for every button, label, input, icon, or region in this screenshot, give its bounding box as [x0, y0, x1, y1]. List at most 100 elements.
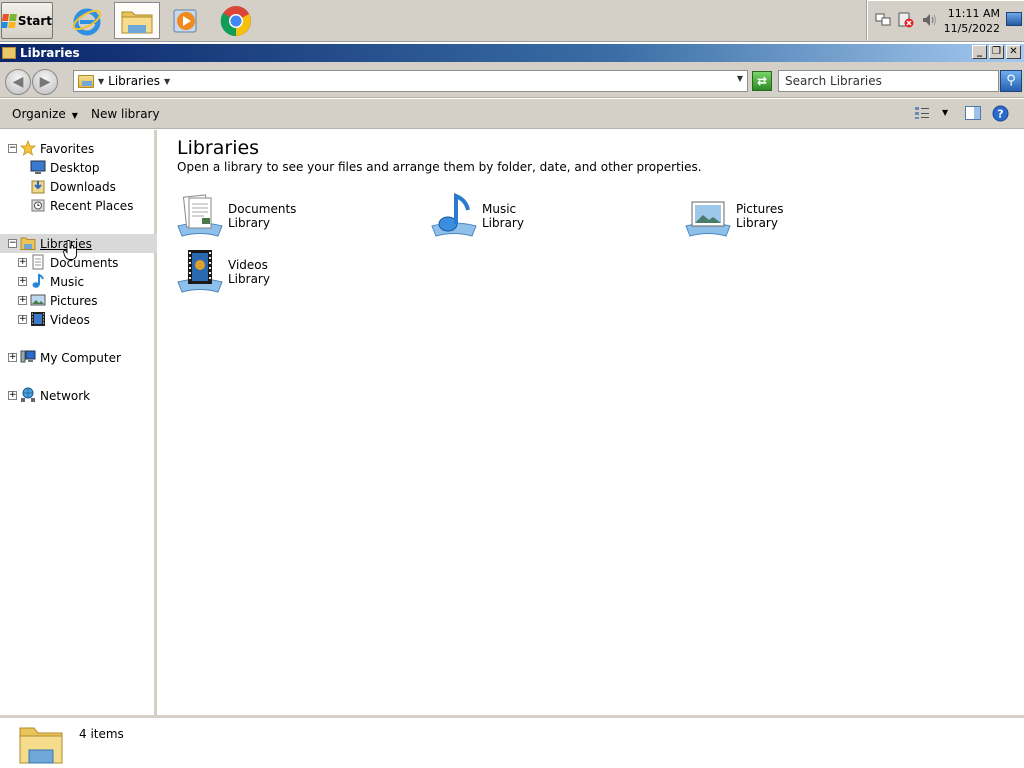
chevron-down-icon: ▼: [71, 111, 78, 120]
nav-item-videos[interactable]: + Videos: [0, 310, 157, 329]
library-type: Library: [482, 216, 524, 230]
expand-icon[interactable]: +: [18, 296, 27, 305]
computer-icon: [20, 350, 36, 363]
music-note-icon: [32, 273, 44, 288]
collapse-icon[interactable]: −: [8, 144, 17, 153]
music-library-icon: [431, 193, 477, 237]
library-type: Library: [228, 216, 270, 230]
change-view-icon[interactable]: [914, 106, 930, 120]
restore-button[interactable]: ❐: [989, 45, 1004, 59]
start-button[interactable]: Start: [1, 2, 53, 39]
page-title: Libraries: [177, 137, 260, 159]
libraries-folder-icon: [19, 727, 63, 764]
breadcrumb-arrow-icon[interactable]: ▼: [98, 77, 104, 86]
start-label: Start: [17, 13, 52, 28]
show-desktop-button[interactable]: [1006, 12, 1022, 26]
new-library-button[interactable]: New library: [91, 107, 160, 121]
search-button[interactable]: ⚲: [1000, 70, 1022, 92]
organize-label: Organize: [12, 107, 66, 121]
address-bar[interactable]: ▼ Libraries ▼ ▼: [73, 70, 748, 92]
view-options-chevron-icon[interactable]: ▼: [942, 108, 948, 117]
clock[interactable]: 11:11 AM 11/5/2022: [944, 6, 1000, 36]
desktop-icon: [30, 160, 46, 174]
forward-arrow-icon: ▶: [39, 74, 51, 90]
taskbar-media-player[interactable]: [163, 2, 209, 39]
help-icon[interactable]: ?: [992, 105, 1009, 122]
taskbar-windows-explorer[interactable]: [114, 2, 160, 39]
nav-item-network[interactable]: + Network: [0, 386, 157, 405]
media-player-icon: [173, 9, 197, 32]
recent-places-icon: [31, 199, 45, 212]
status-bar: 4 items: [0, 715, 1024, 768]
address-history-dropdown[interactable]: ▼: [737, 74, 743, 83]
refresh-button[interactable]: ⇄: [752, 71, 772, 91]
taskbar-chrome[interactable]: [213, 2, 259, 39]
window-title: Libraries: [20, 46, 80, 60]
action-center-error-icon[interactable]: [898, 12, 914, 28]
library-item-music[interactable]: Music Library: [430, 192, 660, 242]
library-item-documents[interactable]: Documents Library: [176, 192, 406, 242]
expand-icon[interactable]: +: [18, 315, 27, 324]
star-icon: [20, 140, 36, 156]
nav-item-favorites[interactable]: − Favorites: [0, 139, 157, 158]
videos-icon: [31, 312, 45, 326]
network-status-icon[interactable]: [875, 12, 891, 28]
search-icon: ⚲: [1006, 73, 1016, 88]
nav-item-libraries[interactable]: − Libraries: [0, 234, 157, 253]
nav-item-downloads[interactable]: Downloads: [0, 177, 157, 196]
collapse-icon[interactable]: −: [8, 239, 17, 248]
expand-icon[interactable]: +: [8, 391, 17, 400]
nav-item-desktop[interactable]: Desktop: [0, 158, 157, 177]
clock-time: 11:11 AM: [947, 7, 1000, 20]
breadcrumb-libraries[interactable]: Libraries: [108, 74, 160, 88]
library-label: Documents Library: [228, 202, 296, 230]
library-name: Videos: [228, 258, 268, 272]
volume-icon[interactable]: [921, 12, 937, 28]
command-bar: Organize ▼ New library ▼ ?: [0, 99, 1024, 129]
organize-button[interactable]: Organize ▼: [12, 107, 78, 121]
nav-item-pictures[interactable]: + Pictures: [0, 291, 157, 310]
documents-library-icon: [177, 194, 223, 237]
svg-text:?: ?: [997, 108, 1003, 121]
library-item-pictures[interactable]: Pictures Library: [684, 192, 914, 242]
close-button[interactable]: ✕: [1006, 45, 1021, 59]
window-titlebar[interactable]: Libraries _ ❐ ✕: [0, 44, 1024, 62]
nav-item-music[interactable]: + Music: [0, 272, 157, 291]
breadcrumb-dropdown-icon[interactable]: ▼: [164, 77, 170, 86]
minimize-button[interactable]: _: [972, 45, 987, 59]
downloads-icon: [31, 180, 45, 194]
libraries-window-icon: [2, 47, 16, 59]
system-tray: 11:11 AM 11/5/2022: [866, 0, 1024, 40]
nav-label-documents: Documents: [50, 255, 119, 270]
preview-pane-icon[interactable]: [965, 106, 981, 120]
page-description: Open a library to see your files and arr…: [177, 160, 702, 174]
back-button[interactable]: ◀: [5, 69, 31, 95]
taskbar-internet-explorer[interactable]: [64, 2, 110, 39]
forward-button[interactable]: ▶: [32, 69, 58, 95]
expand-icon[interactable]: +: [8, 353, 17, 362]
library-type: Library: [228, 272, 270, 286]
nav-label-favorites: Favorites: [40, 141, 95, 156]
refresh-icon: ⇄: [756, 74, 768, 88]
expand-icon[interactable]: +: [18, 277, 27, 286]
libraries-icon: [20, 237, 36, 250]
nav-label-videos: Videos: [50, 312, 90, 327]
windows-flag-icon: [1, 13, 17, 28]
library-name: Documents: [228, 202, 297, 216]
content-pane: Libraries Open a library to see your fil…: [160, 130, 1024, 715]
nav-item-my-computer[interactable]: + My Computer: [0, 348, 157, 367]
clock-date: 11/5/2022: [943, 22, 1000, 35]
nav-label-network: Network: [40, 388, 91, 403]
nav-label-recent-places: Recent Places: [50, 198, 134, 213]
library-label: Music Library: [482, 202, 524, 230]
expand-icon[interactable]: +: [18, 258, 27, 267]
address-toolbar: ◀ ▶ ▼ Libraries ▼ ▼ ⇄ Search Libraries ⚲: [0, 62, 1024, 98]
nav-item-recent-places[interactable]: Recent Places: [0, 196, 157, 215]
nav-item-documents[interactable]: + Documents: [0, 253, 157, 272]
documents-icon: [32, 254, 44, 270]
navigation-pane: − Favorites Desktop Downloads Recent Pla…: [0, 130, 157, 715]
search-input[interactable]: Search Libraries: [778, 70, 999, 92]
library-item-videos[interactable]: Videos Library: [176, 248, 406, 298]
pictures-library-icon: [685, 201, 731, 237]
taskbar: Start 11:11 AM 11/5/2022: [0, 0, 1024, 42]
